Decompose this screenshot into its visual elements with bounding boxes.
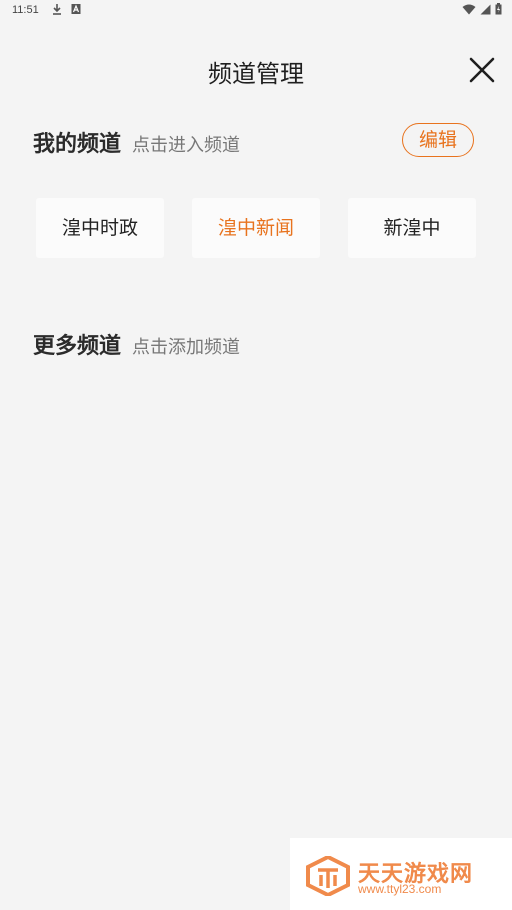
channel-chip[interactable]: 新湟中 [348, 198, 476, 258]
more-channels-hint: 点击添加频道 [132, 337, 241, 358]
notification-a-icon [71, 3, 81, 18]
watermark: 天天游戏网 www.ttyl23.com [290, 838, 512, 910]
close-button[interactable] [466, 54, 498, 86]
watermark-url: www.ttyl23.com [358, 882, 442, 896]
my-channels-title: 我的频道 [33, 132, 122, 157]
my-channels-hint: 点击进入频道 [132, 135, 241, 156]
channel-chip-active[interactable]: 湟中新闻 [192, 198, 320, 258]
my-channels-header: 我的频道 点击进入频道 [33, 126, 240, 158]
signal-icon [480, 4, 491, 18]
status-icons-left [52, 3, 81, 18]
status-time: 11:51 [12, 4, 39, 16]
status-icons-right [462, 3, 502, 18]
watermark-logo-icon [306, 856, 350, 896]
download-icon [52, 3, 62, 18]
more-channels-header: 更多频道 点击添加频道 [33, 328, 240, 360]
edit-button[interactable]: 编辑 [402, 123, 474, 157]
header: 频道管理 [0, 42, 512, 94]
channel-chip[interactable]: 湟中时政 [36, 198, 164, 258]
close-icon [469, 57, 495, 83]
page-title: 频道管理 [208, 60, 304, 88]
battery-icon [495, 3, 502, 18]
wifi-icon [462, 4, 476, 18]
status-bar: 11:51 [0, 0, 512, 22]
more-channels-title: 更多频道 [33, 334, 122, 359]
